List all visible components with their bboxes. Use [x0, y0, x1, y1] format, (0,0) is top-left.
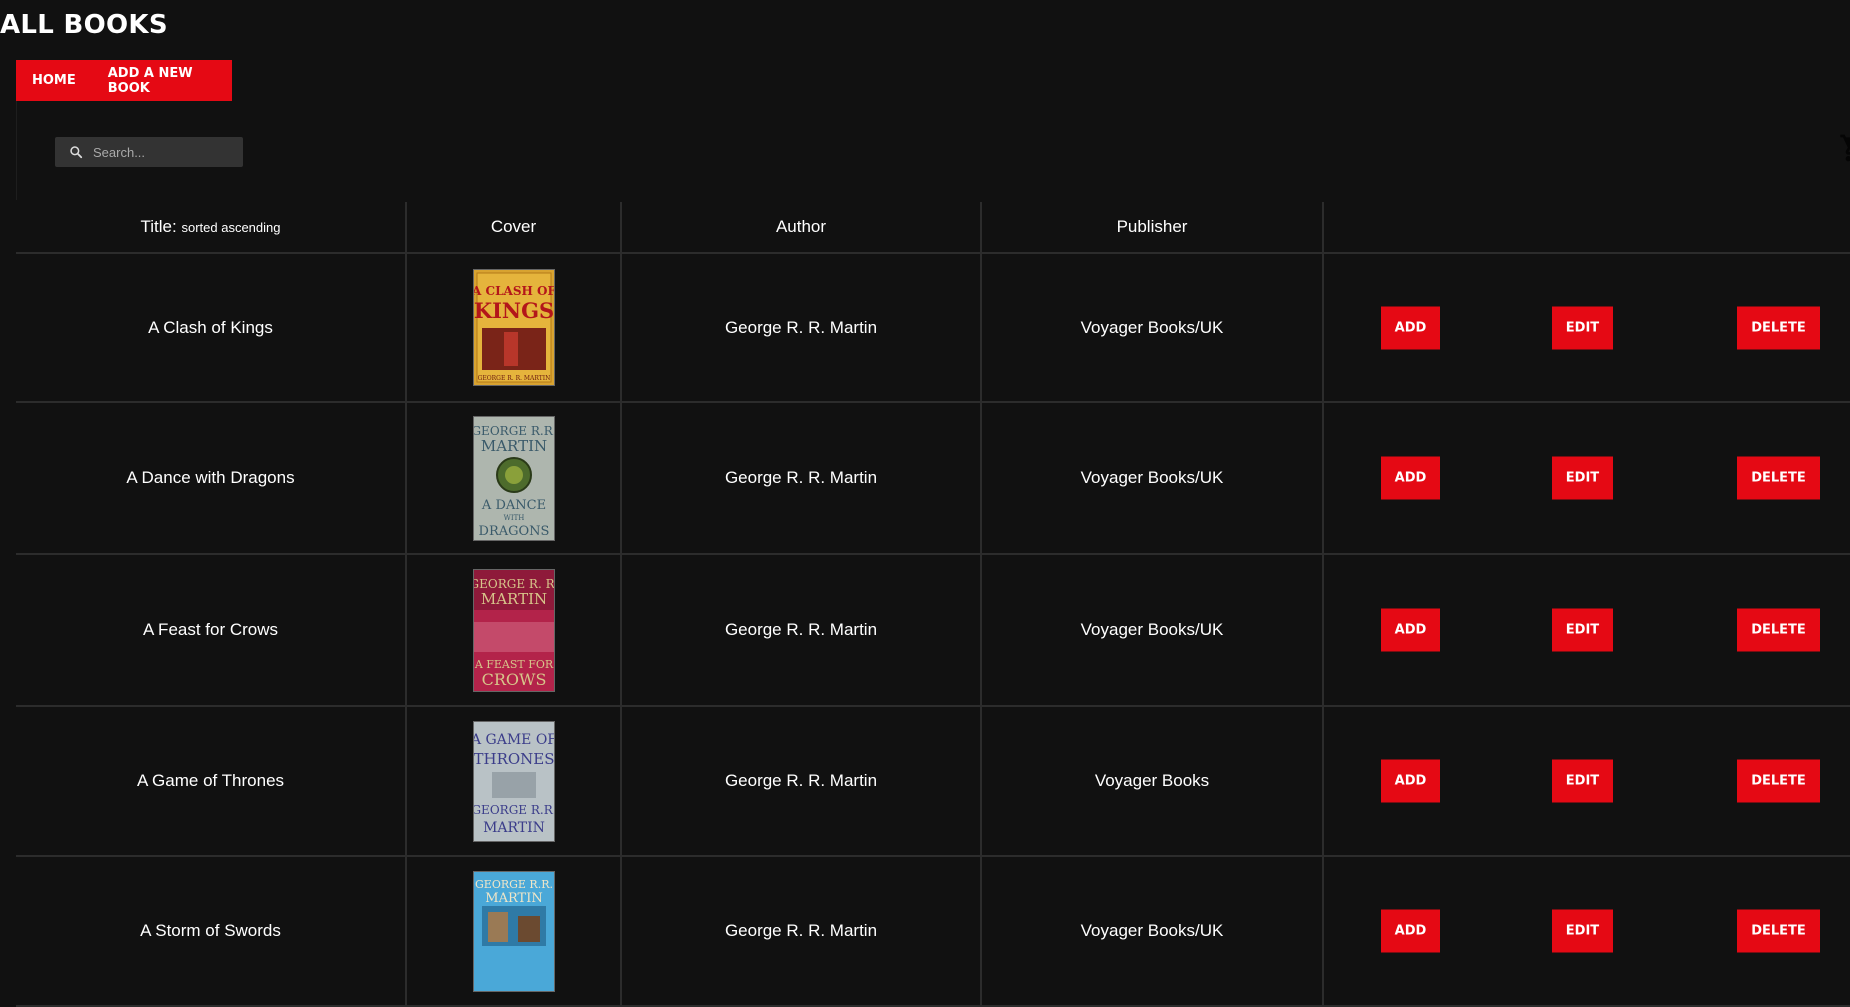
add-button[interactable]: ADD: [1381, 759, 1440, 803]
book-cover-cell: GEORGE R.R. MARTIN: [406, 856, 622, 1007]
book-cover-text: GEORGE R.R.: [473, 424, 555, 438]
nav-add-book-link[interactable]: ADD A NEW BOOK: [108, 66, 232, 96]
delete-button[interactable]: DELETE: [1737, 909, 1820, 953]
book-cover-image: GEORGE R.R. MARTIN: [472, 870, 555, 992]
book-title-cell: A Feast for Crows: [16, 554, 407, 707]
search-box[interactable]: [55, 137, 243, 167]
book-cover-text: WITH: [503, 514, 524, 522]
add-button[interactable]: ADD: [1381, 608, 1440, 652]
book-cover-text: MARTIN: [485, 891, 542, 906]
book-title-cell: A Dance with Dragons: [16, 402, 407, 555]
book-cover-text: KINGS: [473, 298, 553, 323]
table-row: A Clash of Kings A CLASH OF KINGS GEORGE…: [16, 253, 1850, 403]
delete-button[interactable]: DELETE: [1737, 456, 1820, 500]
book-cover-image: GEORGE R.R. MARTIN A DANCE WITH DRAGONS: [472, 415, 555, 541]
edit-button[interactable]: EDIT: [1552, 608, 1613, 652]
book-author-cell: George R. R. Martin: [621, 706, 982, 857]
nav-home-link[interactable]: HOME: [32, 73, 76, 88]
book-cover-text: MARTIN: [483, 820, 545, 836]
table-header-row: Title: sorted ascending Cover Author Pub…: [16, 202, 1850, 254]
table-toolbar: [16, 101, 1850, 200]
book-cover-cell: GEORGE R. R. MARTIN A FEAST FOR CROWS: [406, 554, 622, 707]
book-actions-cell: ADD EDIT DELETE: [1323, 402, 1850, 555]
book-cover-cell: GEORGE R.R. MARTIN A DANCE WITH DRAGONS: [406, 402, 622, 555]
delete-button[interactable]: DELETE: [1737, 759, 1820, 803]
column-header-publisher[interactable]: Publisher: [981, 202, 1324, 254]
edit-button[interactable]: EDIT: [1552, 456, 1613, 500]
book-cover-text: GEORGE R.R.: [473, 803, 555, 817]
add-button[interactable]: ADD: [1381, 456, 1440, 500]
book-actions-cell: ADD EDIT DELETE: [1323, 706, 1850, 857]
book-cover-text: MARTIN: [480, 590, 546, 608]
book-title-cell: A Game of Thrones: [16, 706, 407, 857]
book-cover-cell: A CLASH OF KINGS GEORGE R. R. MARTIN: [406, 253, 622, 403]
book-cover-text: A CLASH OF: [473, 284, 555, 298]
book-actions-cell: ADD EDIT DELETE: [1323, 856, 1850, 1007]
book-cover-image: GEORGE R. R. MARTIN A FEAST FOR CROWS: [472, 568, 555, 692]
book-publisher-cell: Voyager Books/UK: [981, 554, 1324, 707]
shopping-cart-icon[interactable]: [1839, 132, 1850, 169]
book-actions-cell: ADD EDIT DELETE: [1323, 253, 1850, 403]
book-cover-image: A CLASH OF KINGS GEORGE R. R. MARTIN: [472, 269, 555, 386]
book-title-cell: A Storm of Swords: [16, 856, 407, 1007]
book-cover-text: MARTIN: [480, 437, 546, 455]
top-nav: HOME ADD A NEW BOOK: [16, 60, 232, 101]
book-actions-cell: ADD EDIT DELETE: [1323, 554, 1850, 707]
book-author-cell: George R. R. Martin: [621, 554, 982, 707]
book-cover-image: A GAME OF THRONES GEORGE R.R. MARTIN: [472, 720, 555, 842]
book-author-cell: George R. R. Martin: [621, 253, 982, 403]
add-button[interactable]: ADD: [1381, 909, 1440, 953]
edit-button[interactable]: EDIT: [1552, 306, 1613, 349]
search-icon: [70, 146, 83, 159]
delete-button[interactable]: DELETE: [1737, 306, 1820, 349]
column-header-title-label: Title: [140, 217, 173, 236]
book-cover-text: DRAGONS: [478, 524, 549, 539]
book-cover-text: GEORGE R. R.: [473, 577, 555, 591]
book-cover-text: GEORGE R.R.: [475, 878, 553, 891]
book-publisher-cell: Voyager Books/UK: [981, 856, 1324, 1007]
book-publisher-cell: Voyager Books: [981, 706, 1324, 857]
book-cover-text: A GAME OF: [473, 732, 555, 748]
table-row: A Storm of Swords GEORGE R.R. MARTIN Geo…: [16, 856, 1850, 1007]
book-publisher-cell: Voyager Books/UK: [981, 253, 1324, 403]
book-cover-text: THRONES: [473, 750, 554, 768]
table-row: A Dance with Dragons GEORGE R.R. MARTIN …: [16, 402, 1850, 555]
book-title-cell: A Clash of Kings: [16, 253, 407, 403]
page-title: ALL BOOKS: [0, 10, 168, 40]
column-header-actions: [1323, 202, 1850, 254]
column-header-title[interactable]: Title: sorted ascending: [16, 202, 407, 254]
edit-button[interactable]: EDIT: [1552, 909, 1613, 953]
search-input[interactable]: [91, 143, 235, 161]
delete-button[interactable]: DELETE: [1737, 608, 1820, 652]
book-cover-text: A DANCE: [480, 498, 545, 513]
column-header-cover[interactable]: Cover: [406, 202, 622, 254]
table-row: A Feast for Crows GEORGE R. R. MARTIN A …: [16, 554, 1850, 707]
books-table: Title: sorted ascending Cover Author Pub…: [16, 202, 1850, 1007]
book-cover-text: GEORGE R. R. MARTIN: [477, 375, 550, 382]
book-author-cell: George R. R. Martin: [621, 856, 982, 1007]
edit-button[interactable]: EDIT: [1552, 759, 1613, 803]
book-cover-text: CROWS: [481, 670, 546, 689]
table-row: A Game of Thrones A GAME OF THRONES GEOR…: [16, 706, 1850, 857]
book-cover-cell: A GAME OF THRONES GEORGE R.R. MARTIN: [406, 706, 622, 857]
column-header-author[interactable]: Author: [621, 202, 982, 254]
book-author-cell: George R. R. Martin: [621, 402, 982, 555]
add-button[interactable]: ADD: [1381, 306, 1440, 349]
book-publisher-cell: Voyager Books/UK: [981, 402, 1324, 555]
sort-status-note: sorted ascending: [181, 220, 281, 235]
